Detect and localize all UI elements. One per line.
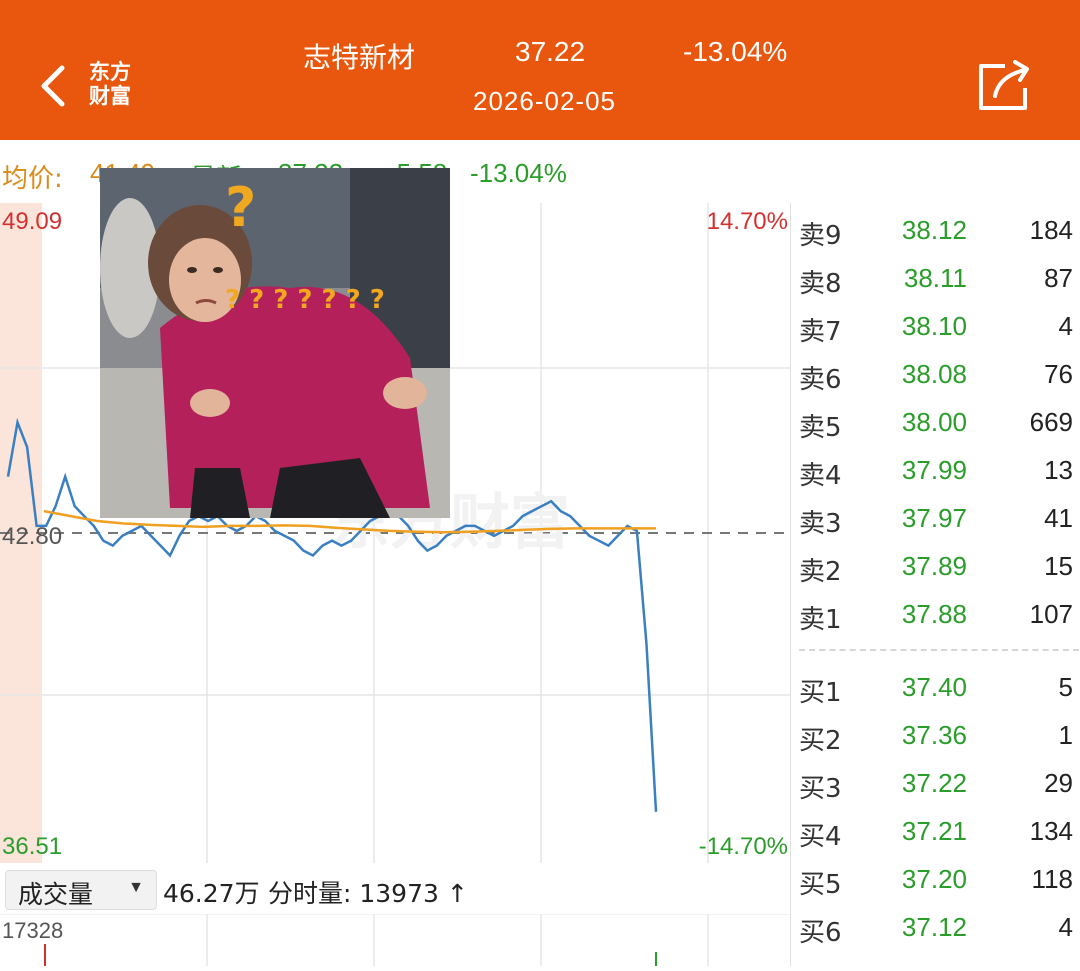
level-price: 37.21 (901, 816, 967, 846)
ask-row[interactable]: 卖8 38.11 87 (791, 253, 1080, 301)
order-book-divider (799, 649, 1079, 651)
volume-total: 46.27万 (163, 879, 260, 908)
level-price: 37.36 (901, 720, 967, 750)
level-label: 卖1 (799, 605, 842, 635)
level-label: 买6 (799, 918, 842, 948)
level-price: 38.10 (901, 311, 967, 341)
level-price: 38.08 (901, 359, 967, 389)
level-label: 买2 (799, 726, 842, 756)
level-qty: 15 (1044, 551, 1073, 581)
bid-row[interactable]: 买4 37.21 134 (791, 806, 1080, 854)
volume-max: 17328 (2, 918, 64, 943)
volume-tick: 分时量: 13973 ↑ (268, 879, 468, 908)
level-label: 卖6 (799, 365, 842, 395)
stock-change-pct: -13.04% (683, 36, 788, 67)
level-label: 卖4 (799, 461, 842, 491)
chart-high-pct: 14.70% (706, 208, 788, 235)
volume-chart[interactable]: 17328 (0, 913, 790, 966)
bid-row[interactable]: 买2 37.36 1 (791, 710, 1080, 758)
svg-text:?: ? (225, 176, 256, 239)
level-price: 38.12 (901, 215, 967, 245)
brand-line-2: 财富 (89, 84, 131, 108)
level-label: 卖7 (799, 317, 842, 347)
level-price: 37.89 (901, 551, 967, 581)
level-label: 卖2 (799, 557, 842, 587)
level-label: 买1 (799, 678, 842, 708)
volume-bar: 成交量 ▼ 46.27万 分时量: 13973 ↑ (0, 866, 790, 912)
trade-date: 2026-02-05 (473, 86, 616, 116)
chart-low-price: 36.51 (2, 833, 63, 860)
level-price: 38.00 (901, 407, 967, 437)
chart-low-pct: -14.70% (698, 833, 788, 860)
level-price: 38.11 (903, 263, 967, 293)
level-price: 37.22 (901, 768, 967, 798)
level-qty: 87 (1044, 263, 1073, 293)
level-label: 买3 (799, 774, 842, 804)
bid-row[interactable]: 买1 37.40 5 (791, 662, 1080, 710)
stock-name: 志特新材 (303, 41, 416, 74)
price-change-pct: -13.04% (470, 158, 567, 188)
bid-row[interactable]: 买6 37.12 4 (791, 902, 1080, 950)
ask-row[interactable]: 卖9 38.12 184 (791, 205, 1080, 253)
stock-title-row: 志特新材 37.22 -13.04% (0, 30, 1080, 78)
volume-indicator-select[interactable]: 成交量 ▼ (5, 870, 157, 910)
ask-row[interactable]: 卖7 38.10 4 (791, 301, 1080, 349)
ask-row[interactable]: 卖1 37.88 107 (791, 589, 1080, 637)
triangle-down-icon: ▼ (128, 879, 144, 896)
level-qty: 118 (1031, 864, 1073, 894)
ask-row[interactable]: 卖4 37.99 13 (791, 445, 1080, 493)
level-price: 37.40 (901, 672, 967, 702)
level-qty: 134 (1029, 816, 1073, 846)
chart-high-price: 49.09 (2, 208, 63, 235)
level-label: 卖5 (799, 413, 842, 443)
top-bar: 东方 财富 志特新材 37.22 -13.04% 2026-02-05 (0, 0, 1080, 140)
avg-price-label: 均价: (2, 164, 63, 194)
level-qty: 29 (1044, 768, 1073, 798)
volume-chart-svg (0, 913, 790, 966)
level-qty: 13 (1044, 455, 1073, 485)
chart-prev-close: 42.80 (2, 523, 63, 550)
level-price: 37.12 (901, 912, 967, 942)
level-qty: 107 (1029, 599, 1073, 629)
level-price: 37.99 (901, 455, 967, 485)
level-qty: 76 (1044, 359, 1073, 389)
level-qty: 4 (1058, 912, 1073, 942)
svg-text:? ? ? ? ? ? ?: ? ? ? ? ? ? ? (225, 285, 385, 315)
ask-row[interactable]: 卖2 37.89 15 (791, 541, 1080, 589)
level-label: 买4 (799, 822, 842, 852)
volume-select-label: 成交量 (18, 880, 94, 909)
level-qty: 669 (1029, 407, 1073, 437)
level-qty: 184 (1029, 215, 1073, 245)
bid-row[interactable]: 买5 37.20 118 (791, 854, 1080, 902)
level-price: 37.88 (901, 599, 967, 629)
level-qty: 1 (1058, 720, 1073, 750)
level-label: 卖8 (799, 269, 842, 299)
ask-row[interactable]: 卖5 38.00 669 (791, 397, 1080, 445)
share-icon[interactable] (975, 58, 1033, 114)
volume-bar-mark (655, 952, 657, 966)
bid-row[interactable]: 买3 37.22 29 (791, 758, 1080, 806)
ask-row[interactable]: 卖6 38.08 76 (791, 349, 1080, 397)
confused-woman-meme-image: ? ? ? ? ? ? ? ? (100, 168, 450, 518)
level-label: 卖9 (799, 221, 842, 251)
order-book: 卖9 38.12 184 卖8 38.11 87 卖7 38.10 4 卖6 38.08 76 卖5 38… (790, 203, 1080, 966)
ask-row[interactable]: 卖3 37.97 41 (791, 493, 1080, 541)
level-qty: 41 (1044, 503, 1073, 533)
stock-price: 37.22 (515, 36, 586, 67)
level-label: 买5 (799, 870, 842, 900)
level-qty: 5 (1058, 672, 1073, 702)
level-qty: 4 (1058, 311, 1073, 341)
volume-bar-mark (44, 944, 46, 966)
level-price: 37.20 (901, 864, 967, 894)
level-price: 37.97 (901, 503, 967, 533)
level-label: 卖3 (799, 509, 842, 539)
